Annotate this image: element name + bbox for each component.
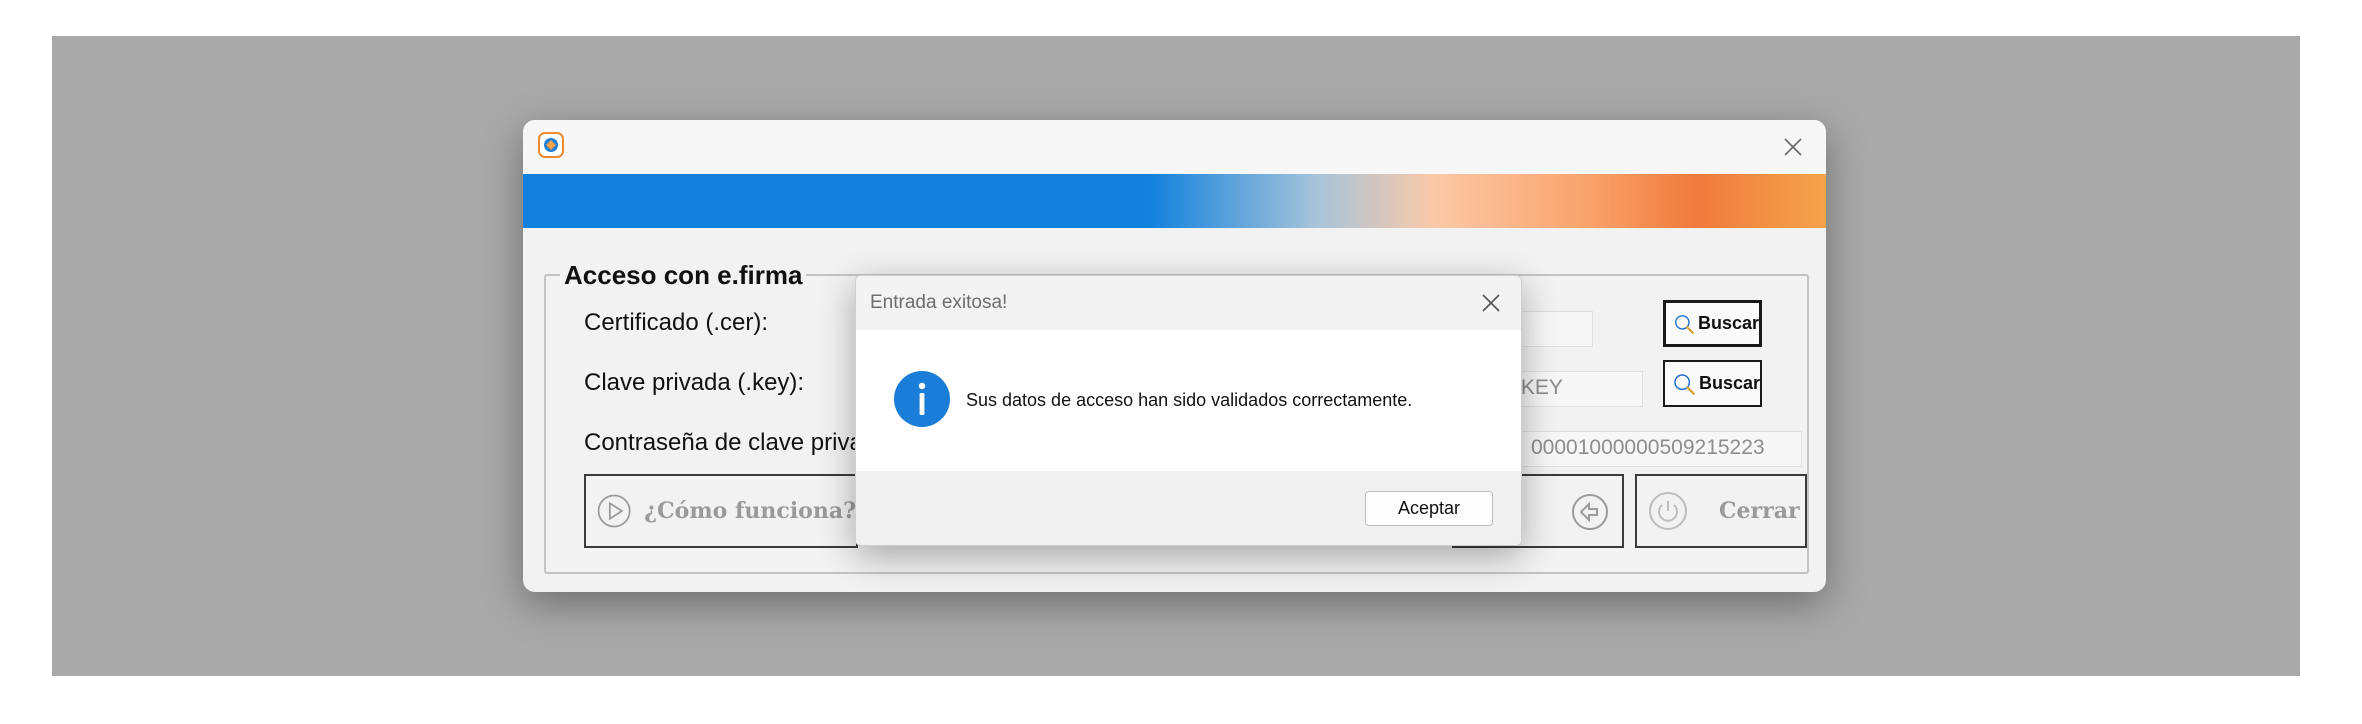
browse-private-key-button[interactable]: Buscar — [1663, 360, 1762, 407]
search-icon — [1675, 314, 1694, 334]
search-icon — [1674, 373, 1695, 395]
window-titlebar — [523, 120, 1826, 174]
success-dialog: Entrada exitosa! Sus datos de acceso han… — [855, 275, 1522, 546]
dialog-title: Entrada exitosa! — [870, 292, 1008, 313]
enter-arrow-icon — [1572, 494, 1608, 530]
private-key-label: Clave privada (.key): — [584, 369, 805, 396]
how-it-works-button[interactable]: ¿Cómo funciona? — [584, 474, 858, 548]
close-button[interactable]: Cerrar — [1635, 474, 1807, 548]
browse-certificate-label: Buscar — [1697, 313, 1759, 333]
window-close-icon[interactable] — [1776, 130, 1810, 164]
password-value: 00001000000509215223 — [1531, 436, 1765, 459]
certificate-field[interactable] — [1511, 311, 1593, 347]
private-key-value: .KEY — [1515, 376, 1563, 399]
header-banner — [523, 174, 1826, 228]
browse-private-key-label: Buscar — [1698, 373, 1760, 393]
group-title: Acceso con e.firma — [560, 260, 807, 291]
app-logo-icon — [538, 132, 564, 158]
play-icon — [597, 494, 631, 528]
info-icon — [894, 371, 950, 427]
how-it-works-label: ¿Cómo funciona? — [644, 498, 856, 524]
dialog-titlebar: Entrada exitosa! — [856, 276, 1521, 330]
close-label: Cerrar — [1719, 498, 1800, 524]
dialog-footer: Aceptar — [856, 471, 1521, 545]
dialog-message: Sus datos de acceso han sido validados c… — [966, 390, 1413, 410]
certificate-label: Certificado (.cer): — [584, 309, 769, 336]
browse-certificate-button[interactable]: Buscar — [1663, 300, 1762, 347]
power-icon — [1649, 492, 1687, 530]
accept-button[interactable]: Aceptar — [1365, 491, 1493, 526]
dialog-close-icon[interactable] — [1473, 285, 1509, 321]
password-label: Contraseña de clave priva — [584, 429, 863, 456]
